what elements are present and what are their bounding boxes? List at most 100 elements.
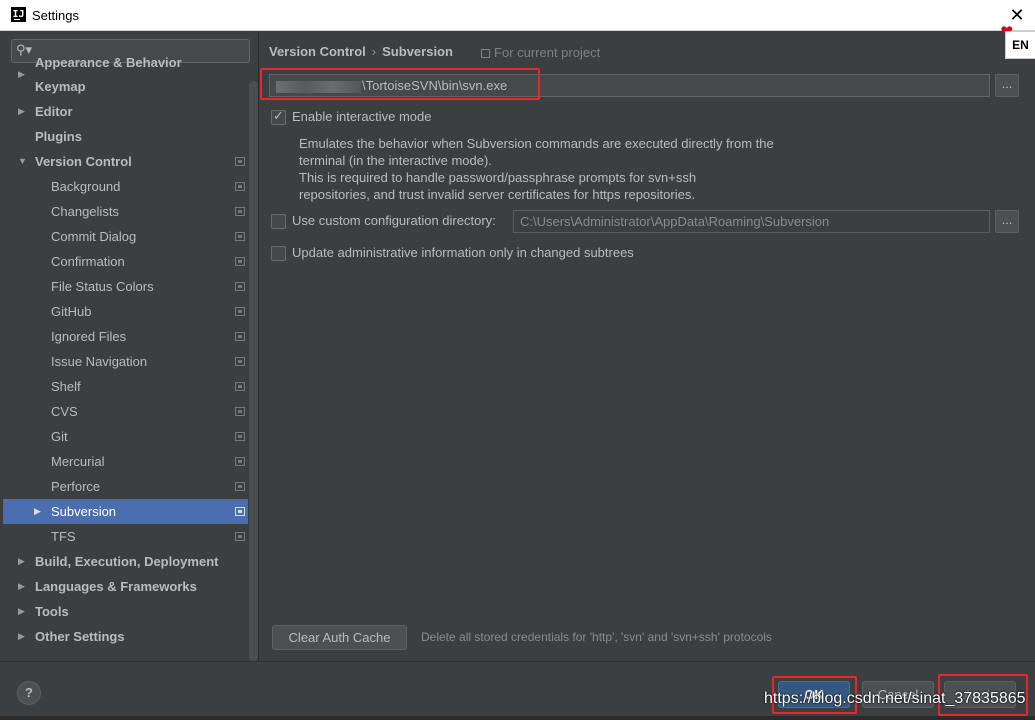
sidebar-item-confirmation[interactable]: Confirmation <box>3 249 248 274</box>
sidebar-item-label: Tools <box>35 604 69 619</box>
project-scope-icon <box>235 432 245 441</box>
help-button[interactable]: ? <box>17 681 41 705</box>
sidebar-item-label: Editor <box>35 104 73 119</box>
sidebar-item-plugins[interactable]: Plugins <box>3 124 248 149</box>
project-scope-icon <box>235 207 245 216</box>
sidebar-item-git[interactable]: Git <box>3 424 248 449</box>
project-scope-icon <box>235 357 245 366</box>
sidebar-item-label: Other Settings <box>35 629 125 644</box>
collapsed-arrow-icon[interactable]: ▶ <box>34 499 41 524</box>
update-admin-checkbox[interactable] <box>271 246 286 261</box>
breadcrumb: Version Control › Subversion <box>269 44 453 59</box>
intellij-icon: IJ <box>11 7 26 22</box>
sidebar-item-appearance-behavior[interactable]: ▶ Appearance & Behavior <box>3 55 248 79</box>
sidebar-item-label: GitHub <box>51 304 92 319</box>
project-scope-icon <box>235 182 245 191</box>
description-line: Emulates the behavior when Subversion co… <box>299 136 774 151</box>
status-strip <box>0 716 1035 720</box>
sidebar-item-label: Issue Navigation <box>51 354 148 369</box>
breadcrumb-separator: › <box>371 44 377 59</box>
sidebar-item-editor[interactable]: ▶ Editor <box>3 99 248 124</box>
collapsed-arrow-icon[interactable]: ▶ <box>18 624 25 649</box>
project-scope-icon <box>235 157 245 166</box>
sidebar-item-github[interactable]: GitHub <box>3 299 248 324</box>
interactive-mode-checkbox[interactable] <box>271 108 286 125</box>
custom-config-checkbox[interactable] <box>271 214 286 229</box>
project-scope-icon <box>235 532 245 541</box>
sidebar-item-mercurial[interactable]: Mercurial <box>3 449 248 474</box>
custom-config-browse-button[interactable]: ... <box>995 210 1019 233</box>
sidebar-item-label: Mercurial <box>51 454 105 469</box>
sidebar-item-label: Commit Dialog <box>51 229 137 244</box>
sidebar-item-label: Changelists <box>51 204 119 219</box>
sidebar-item-label: TFS <box>51 529 76 544</box>
project-scope-icon <box>235 257 245 266</box>
sidebar-item-label: Background <box>51 179 121 194</box>
project-scope-icon <box>235 382 245 391</box>
sidebar-item-tfs[interactable]: TFS <box>3 524 248 549</box>
sidebar-item-commit-dialog[interactable]: Commit Dialog <box>3 224 248 249</box>
collapsed-arrow-icon[interactable]: ▶ <box>18 599 25 624</box>
sidebar-item-ignored-files[interactable]: Ignored Files <box>3 324 248 349</box>
interactive-mode-description: Emulates the behavior when Subversion co… <box>299 135 819 203</box>
scope-text: For current project <box>494 45 601 60</box>
dialog-footer: ? OK Cancel Apply https://blog.csdn.net/… <box>0 661 1035 720</box>
sidebar-item-label: Ignored Files <box>51 329 127 344</box>
sidebar-item-label: Build, Execution, Deployment <box>35 554 219 569</box>
sidebar-item-tools[interactable]: ▶ Tools <box>3 599 248 624</box>
project-scope-icon <box>235 482 245 491</box>
custom-config-path-field[interactable]: C:\Users\Administrator\AppData\Roaming\S… <box>513 210 990 233</box>
sidebar-item-changelists[interactable]: Changelists <box>3 199 248 224</box>
sidebar-item-subversion[interactable]: ▶ Subversion <box>3 499 248 524</box>
sidebar-item-label: Subversion <box>51 504 117 519</box>
sidebar-item-other-settings[interactable]: ▶ Other Settings <box>3 624 248 649</box>
collapsed-arrow-icon[interactable]: ▶ <box>18 99 25 124</box>
settings-content: Version Control › Subversion For current p… <box>259 31 1035 661</box>
svn-executable-path-field[interactable]: \TortoiseSVN\bin\svn.exe <box>269 74 990 97</box>
breadcrumb-current: Subversion <box>382 44 453 59</box>
sidebar-item-label: Appearance & Behavior <box>35 55 182 70</box>
project-scope-icon <box>235 507 245 516</box>
sidebar-item-label: CVS <box>51 404 78 419</box>
description-line: repositories, and trust invalid server c… <box>299 187 695 202</box>
collapsed-arrow-icon[interactable]: ▶ <box>18 549 25 574</box>
sidebar-item-build-execution-deployment[interactable]: ▶ Build, Execution, Deployment <box>3 549 248 574</box>
watermark-text: https://blog.csdn.net/sinat_37835865 <box>764 690 1026 707</box>
sidebar-item-label: Perforce <box>51 479 101 494</box>
sidebar-item-cvs[interactable]: CVS <box>3 399 248 424</box>
project-scope-icon <box>235 232 245 241</box>
project-scope-icon <box>235 307 245 316</box>
sidebar-item-perforce[interactable]: Perforce <box>3 474 248 499</box>
clear-auth-cache-button[interactable]: Clear Auth Cache <box>272 625 407 650</box>
sidebar-item-keymap[interactable]: Keymap <box>3 74 248 99</box>
project-scope-icon <box>235 457 245 466</box>
sidebar-item-label: Shelf <box>51 379 81 394</box>
expanded-arrow-icon[interactable]: ▼ <box>18 149 27 174</box>
window-title: Settings <box>32 8 79 23</box>
sidebar-scrollbar[interactable] <box>249 81 258 661</box>
sidebar-item-label: Plugins <box>35 129 82 144</box>
sidebar-item-version-control[interactable]: ▼ Version Control <box>3 149 248 174</box>
interactive-mode-label: Enable interactive mode <box>292 109 432 124</box>
description-line: This is required to handle password/pass… <box>299 170 697 185</box>
search-icon[interactable]: ⚲▾ <box>16 42 32 58</box>
svn-path-browse-button[interactable]: ... <box>995 74 1019 97</box>
redacted-path-segment <box>276 80 361 93</box>
sidebar-item-file-status-colors[interactable]: File Status Colors <box>3 274 248 299</box>
sidebar-item-languages-frameworks[interactable]: ▶ Languages & Frameworks <box>3 574 248 599</box>
description-line: terminal (in the interactive mode). <box>299 153 492 168</box>
clear-auth-cache-hint: Delete all stored credentials for 'http'… <box>421 630 772 644</box>
update-admin-label: Update administrative information only i… <box>292 245 634 260</box>
sidebar-item-label: Keymap <box>35 79 86 94</box>
project-scope-icon <box>235 407 245 416</box>
custom-config-label: Use custom configuration directory: <box>292 213 496 228</box>
sidebar-item-shelf[interactable]: Shelf <box>3 374 248 399</box>
settings-sidebar: ⚲▾ ▶ Appearance & Behavior Keymap ▶ Editor Pl… <box>3 31 258 661</box>
sidebar-item-label: Git <box>51 429 68 444</box>
sidebar-item-label: Languages & Frameworks <box>35 579 197 594</box>
svn-path-value: \TortoiseSVN\bin\svn.exe <box>362 78 508 93</box>
sidebar-item-issue-navigation[interactable]: Issue Navigation <box>3 349 248 374</box>
collapsed-arrow-icon[interactable]: ▶ <box>18 574 25 599</box>
sidebar-item-label: Confirmation <box>51 254 125 269</box>
sidebar-item-background[interactable]: Background <box>3 174 248 199</box>
